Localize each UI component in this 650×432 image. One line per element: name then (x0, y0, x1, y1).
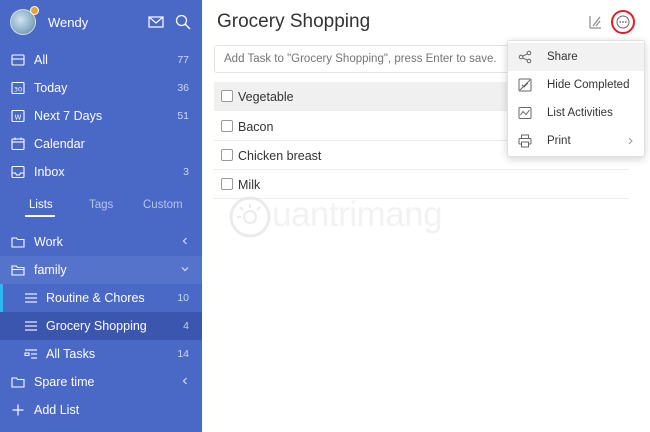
accent-bar (0, 284, 3, 312)
chevron-left-icon[interactable] (180, 376, 190, 386)
more-dots-icon (616, 15, 630, 29)
sidebar-item-grocery-shopping[interactable]: Grocery Shopping 4 (0, 312, 202, 340)
tab-tags[interactable]: Tags (89, 199, 113, 211)
share-icon (518, 50, 532, 64)
folder-label: Work (34, 235, 63, 249)
menu-item-hide-completed[interactable]: Hide Completed (508, 71, 644, 99)
menu-item-label: Hide Completed (547, 79, 630, 91)
list-tabs: Lists Tags Custom (0, 193, 202, 217)
sidebar: Wendy All 77 30 Today 36 W Next 7 Days 5… (0, 0, 202, 432)
task-title[interactable]: Bacon (238, 120, 273, 134)
sidebar-item-inbox[interactable]: Inbox 3 (0, 158, 202, 186)
more-options-button[interactable] (611, 10, 635, 34)
item-count: 3 (183, 166, 189, 178)
chevron-left-icon[interactable] (180, 236, 190, 246)
task-title[interactable]: Vegetable (238, 90, 294, 104)
menu-item-print[interactable]: Print (508, 127, 644, 155)
item-count: 51 (177, 110, 189, 122)
tab-lists[interactable]: Lists (29, 199, 53, 211)
mail-icon[interactable] (147, 13, 165, 31)
task-checkbox[interactable] (221, 120, 233, 132)
plus-icon (12, 404, 24, 416)
sidebar-item-label: Inbox (34, 165, 65, 179)
svg-text:30: 30 (14, 86, 22, 94)
task-checkbox[interactable] (221, 149, 233, 161)
hide-completed-icon (518, 78, 532, 92)
folder-label: family (34, 263, 67, 277)
activity-icon (518, 107, 532, 119)
printer-icon (518, 134, 532, 148)
item-count: 77 (177, 54, 189, 66)
sort-icon[interactable] (587, 14, 603, 30)
list-label: All Tasks (46, 347, 96, 361)
folder-open-icon (11, 265, 25, 276)
list-icon (25, 293, 37, 303)
add-list-label: Add List (34, 403, 80, 417)
sidebar-folder-family[interactable]: family (0, 256, 202, 284)
svg-text:W: W (15, 114, 22, 122)
sidebar-item-routine-chores[interactable]: Routine & Chores 10 (0, 284, 202, 312)
search-icon[interactable] (174, 13, 192, 31)
sidebar-item-all[interactable]: All 77 (0, 46, 202, 74)
sidebar-item-all-tasks[interactable]: All Tasks 14 (0, 340, 202, 368)
user-header: Wendy (0, 0, 202, 44)
chevron-down-icon[interactable] (180, 264, 190, 274)
user-name[interactable]: Wendy (48, 15, 88, 30)
folder-label: Spare time (34, 375, 95, 389)
list-label: Routine & Chores (46, 291, 145, 305)
menu-item-list-activities[interactable]: List Activities (508, 99, 644, 127)
sidebar-item-label: Calendar (34, 137, 85, 151)
folder-icon (11, 237, 25, 248)
sidebar-item-next-7-days[interactable]: W Next 7 Days 51 (0, 102, 202, 130)
menu-item-label: Print (547, 135, 571, 147)
sidebar-item-label: Today (34, 81, 68, 95)
chevron-right-icon (628, 137, 633, 145)
list-icon (25, 321, 37, 331)
watermark: uantrimang (228, 193, 458, 245)
notification-badge (30, 6, 39, 15)
task-checkbox[interactable] (221, 178, 233, 190)
sidebar-folder-work[interactable]: Work (0, 228, 202, 256)
sidebar-item-label: Next 7 Days (34, 109, 103, 123)
watermark-logo-icon (229, 196, 271, 238)
task-title[interactable]: Chicken breast (238, 149, 321, 163)
item-count: 14 (177, 348, 189, 360)
watermark-text: uantrimang (272, 195, 443, 234)
sidebar-folder-spare-time[interactable]: Spare time (0, 368, 202, 396)
item-count: 36 (177, 82, 189, 94)
inbox-stack-icon (11, 54, 25, 66)
sidebar-item-label: All (34, 53, 48, 67)
calendar-icon (11, 137, 25, 151)
task-checkbox[interactable] (221, 90, 233, 102)
inbox-icon (11, 165, 25, 179)
menu-item-share[interactable]: Share (508, 43, 644, 71)
menu-item-label: Share (547, 51, 578, 63)
add-list-button[interactable]: Add List (0, 396, 202, 424)
list-options-menu: Share Hide Completed List Activities Pri… (507, 40, 645, 157)
tab-underline (25, 215, 55, 217)
item-count: 10 (177, 292, 189, 304)
folder-icon (11, 377, 25, 388)
sidebar-item-today[interactable]: 30 Today 36 (0, 74, 202, 102)
tab-custom[interactable]: Custom (143, 199, 183, 211)
calendar-w-icon: W (11, 109, 25, 123)
calendar-30-icon: 30 (11, 81, 25, 95)
menu-item-label: List Activities (547, 107, 613, 119)
all-tasks-icon (24, 349, 37, 359)
task-title[interactable]: Milk (238, 178, 260, 192)
sidebar-item-calendar[interactable]: Calendar (0, 130, 202, 158)
item-count: 4 (183, 320, 189, 332)
page-title: Grocery Shopping (217, 11, 371, 32)
add-task-input[interactable] (214, 45, 514, 73)
list-label: Grocery Shopping (46, 319, 147, 333)
